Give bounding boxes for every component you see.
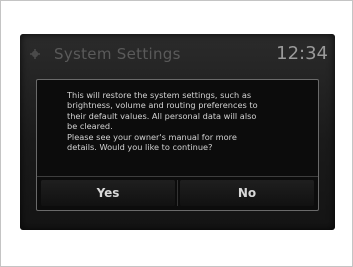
yes-button[interactable]: Yes	[41, 180, 175, 206]
figure-frame: System Settings 12:34 This will restore …	[0, 0, 353, 267]
dialog-message: This will restore the system settings, s…	[67, 90, 258, 153]
display-screen: System Settings 12:34 This will restore …	[20, 34, 335, 230]
button-separator	[177, 180, 178, 206]
gear-icon	[30, 49, 40, 59]
button-divider	[37, 176, 318, 177]
confirm-dialog: This will restore the system settings, s…	[36, 79, 319, 211]
title-bar: System Settings 12:34	[20, 34, 335, 74]
no-button[interactable]: No	[180, 180, 314, 206]
page-title: System Settings	[54, 45, 181, 63]
clock-display: 12:34	[276, 43, 328, 64]
